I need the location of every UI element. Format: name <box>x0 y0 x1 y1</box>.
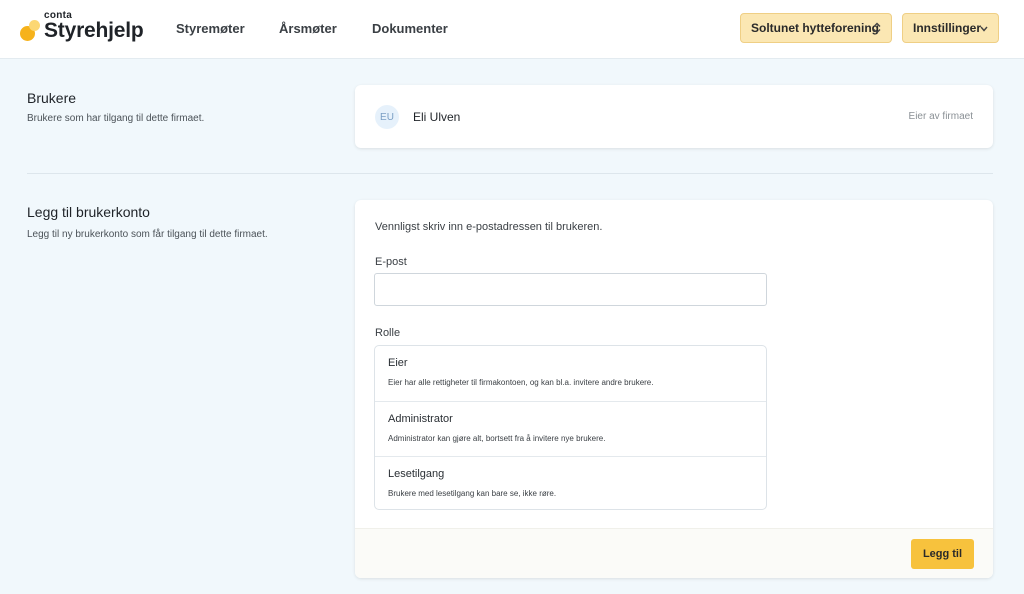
org-selector-button[interactable]: Soltunet hytteforening <box>740 13 892 43</box>
nav-styremoter[interactable]: Styremøter <box>176 21 245 36</box>
email-field[interactable] <box>374 273 767 306</box>
nav-dokumenter[interactable]: Dokumenter <box>372 21 448 36</box>
users-section-title: Brukere <box>27 90 77 106</box>
role-description: Brukere med lesetilgang kan bare se, ikk… <box>388 489 557 498</box>
add-user-section-description: Legg til ny brukerkonto som får tilgang … <box>27 229 268 240</box>
conta-styrehjelp-logo[interactable]: conta Styrehjelp <box>20 10 150 50</box>
nav-arsmoter[interactable]: Årsmøter <box>279 21 337 36</box>
form-intro-text: Vennligst skriv inn e-postadressen til b… <box>375 221 603 233</box>
role-description: Eier har alle rettigheter til firmakonto… <box>388 378 654 387</box>
org-selector-label: Soltunet hytteforening <box>751 21 879 35</box>
section-divider <box>27 173 993 174</box>
add-user-section-title: Legg til brukerkonto <box>27 204 150 220</box>
users-section-description: Brukere som har tilgang til dette firmae… <box>27 113 205 124</box>
add-user-card: Vennligst skriv inn e-postadressen til b… <box>355 200 993 578</box>
settings-menu-label: Innstillinger <box>913 21 982 35</box>
card-footer: Legg til <box>355 528 993 578</box>
role-list: Eier Eier har alle rettigheter til firma… <box>374 345 767 510</box>
role-title: Lesetilgang <box>388 468 445 480</box>
role-title: Eier <box>388 357 408 369</box>
role-option-administrator[interactable]: Administrator Administrator kan gjøre al… <box>375 401 766 456</box>
chevron-up-down-icon <box>873 22 881 37</box>
users-card: EU Eli Ulven Eier av firmaet <box>355 85 993 148</box>
chevron-down-icon <box>980 24 988 35</box>
role-option-eier[interactable]: Eier Eier har alle rettigheter til firma… <box>375 346 766 401</box>
avatar: EU <box>375 105 399 129</box>
logo-dots-icon <box>20 20 42 42</box>
add-user-button[interactable]: Legg til <box>911 539 974 569</box>
role-title: Administrator <box>388 413 453 425</box>
role-label: Rolle <box>375 327 401 339</box>
role-description: Administrator kan gjøre alt, bortsett fr… <box>388 434 606 443</box>
settings-menu-button[interactable]: Innstillinger <box>902 13 999 43</box>
top-bar: conta Styrehjelp Styremøter Årsmøter Dok… <box>0 0 1024 59</box>
user-role: Eier av firmaet <box>908 111 973 122</box>
role-option-lesetilgang[interactable]: Lesetilgang Brukere med lesetilgang kan … <box>375 456 766 509</box>
email-label: E-post <box>375 256 407 268</box>
logo-big-text: Styrehjelp <box>44 19 144 42</box>
user-name: Eli Ulven <box>413 110 461 124</box>
